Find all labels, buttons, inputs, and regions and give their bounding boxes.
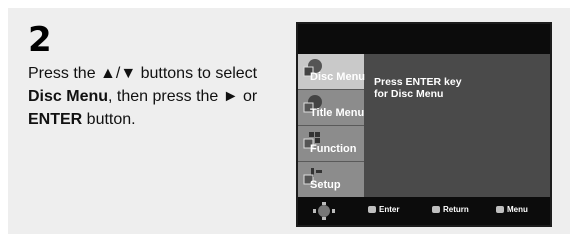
menu-hint: Menu xyxy=(496,205,528,214)
return-label: Return xyxy=(443,205,469,214)
dpad-icon xyxy=(313,202,335,220)
menu-sidebar: Disc Menu Title Menu Function Setup xyxy=(298,54,366,198)
instruction-emphasis: Disc Menu xyxy=(28,88,109,105)
screen-header-bar xyxy=(298,24,550,54)
sidebar-item-label: Function xyxy=(310,143,357,155)
enter-label: Enter xyxy=(379,205,400,214)
sidebar-item-function[interactable]: Function xyxy=(298,126,364,162)
screen-bottom-bar: Enter Return Menu xyxy=(298,197,550,225)
message-line: Press ENTER key xyxy=(374,76,462,88)
instruction-text: Press the ▲/▼ buttons to select Disc Men… xyxy=(28,62,288,131)
sidebar-item-label: Disc Menu xyxy=(310,71,366,83)
instruction-text-part: button. xyxy=(82,111,136,128)
enter-key-icon xyxy=(368,206,376,213)
sidebar-item-setup[interactable]: Setup xyxy=(298,162,364,198)
instruction-text-part: , then press the ► or xyxy=(108,88,258,105)
sidebar-item-title-menu[interactable]: Title Menu xyxy=(298,90,364,126)
screen-message: Press ENTER key for Disc Menu xyxy=(374,76,462,100)
return-key-icon xyxy=(432,206,440,213)
tv-screen: Disc Menu Title Menu Function Setup Pres… xyxy=(296,22,552,227)
menu-label: Menu xyxy=(507,205,528,214)
menu-key-icon xyxy=(496,206,504,213)
sidebar-item-disc-menu[interactable]: Disc Menu xyxy=(298,54,366,90)
step-number: 2 xyxy=(28,20,52,60)
return-hint: Return xyxy=(432,205,469,214)
instruction-emphasis: ENTER xyxy=(28,111,83,128)
sidebar-item-label: Title Menu xyxy=(310,107,365,119)
instruction-text-part: Press the ▲/▼ buttons to select xyxy=(28,65,258,82)
message-line: for Disc Menu xyxy=(374,88,444,100)
sidebar-item-label: Setup xyxy=(310,179,341,191)
enter-hint: Enter xyxy=(368,205,399,214)
